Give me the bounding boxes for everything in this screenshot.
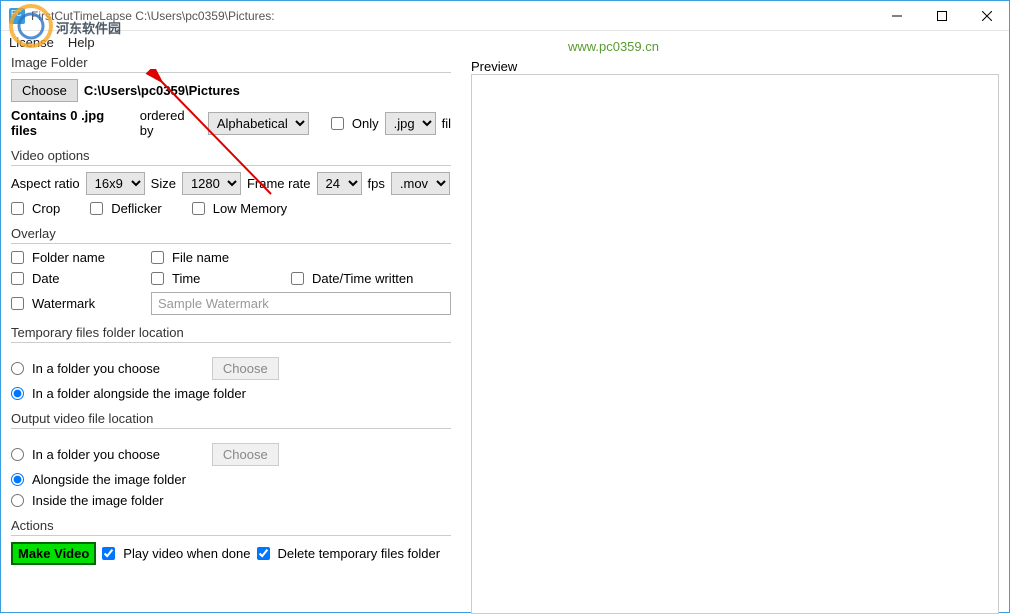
lowmemory-checkbox[interactable]: Low Memory <box>192 201 287 216</box>
app-icon <box>9 8 25 24</box>
output-label: Output video file location <box>11 411 451 429</box>
ext-select[interactable]: .jpg <box>385 112 436 135</box>
file-name-checkbox[interactable]: File name <box>151 250 291 265</box>
output-alongside-radio[interactable]: Alongside the image folder <box>11 472 186 487</box>
titlebar: FirstCutTimeLapse C:\Users\pc0359\Pictur… <box>1 1 1009 31</box>
image-folder-label: Image Folder <box>11 55 451 73</box>
minimize-button[interactable] <box>874 1 919 30</box>
temp-choose-radio[interactable]: In a folder you choose <box>11 361 160 376</box>
ordered-by-label: ordered by <box>140 108 202 138</box>
size-select[interactable]: 1280 <box>182 172 241 195</box>
contains-text: Contains 0 .jpg files <box>11 108 134 138</box>
delete-temp-checkbox[interactable]: Delete temporary files folder <box>257 546 441 561</box>
menubar: License Help <box>1 31 1009 53</box>
image-folder-path: C:\Users\pc0359\Pictures <box>84 83 240 98</box>
order-select[interactable]: Alphabetical <box>208 112 309 135</box>
watermark-checkbox[interactable]: Watermark <box>11 296 151 311</box>
datetime-written-checkbox[interactable]: Date/Time written <box>291 271 451 286</box>
framerate-label: Frame rate <box>247 176 311 191</box>
aspect-select[interactable]: 16x9 <box>86 172 145 195</box>
date-checkbox[interactable]: Date <box>11 271 151 286</box>
overlay-label: Overlay <box>11 226 451 244</box>
aspect-label: Aspect ratio <box>11 176 80 191</box>
play-when-done-checkbox[interactable]: Play video when done <box>102 546 250 561</box>
output-choose-button[interactable]: Choose <box>212 443 279 466</box>
container-select[interactable]: .mov <box>391 172 450 195</box>
only-checkbox[interactable]: Only <box>331 116 379 131</box>
fil-text: fil <box>442 116 451 131</box>
output-choose-radio[interactable]: In a folder you choose <box>11 447 160 462</box>
folder-name-checkbox[interactable]: Folder name <box>11 250 151 265</box>
preview-area <box>471 74 999 614</box>
temp-alongside-radio[interactable]: In a folder alongside the image folder <box>11 386 246 401</box>
close-button[interactable] <box>964 1 1009 30</box>
deflicker-checkbox[interactable]: Deflicker <box>90 201 162 216</box>
output-inside-radio[interactable]: Inside the image folder <box>11 493 164 508</box>
menu-license[interactable]: License <box>9 35 54 50</box>
time-checkbox[interactable]: Time <box>151 271 291 286</box>
video-options-label: Video options <box>11 148 451 166</box>
window-title: FirstCutTimeLapse C:\Users\pc0359\Pictur… <box>31 9 874 23</box>
temp-choose-button[interactable]: Choose <box>212 357 279 380</box>
make-video-button[interactable]: Make Video <box>11 542 96 565</box>
fps-label: fps <box>368 176 385 191</box>
preview-label: Preview <box>471 59 999 74</box>
menu-help[interactable]: Help <box>68 35 95 50</box>
temp-label: Temporary files folder location <box>11 325 451 343</box>
actions-label: Actions <box>11 518 451 536</box>
size-label: Size <box>151 176 176 191</box>
maximize-button[interactable] <box>919 1 964 30</box>
framerate-select[interactable]: 24 <box>317 172 362 195</box>
crop-checkbox[interactable]: Crop <box>11 201 60 216</box>
choose-image-folder-button[interactable]: Choose <box>11 79 78 102</box>
watermark-input[interactable] <box>151 292 451 315</box>
